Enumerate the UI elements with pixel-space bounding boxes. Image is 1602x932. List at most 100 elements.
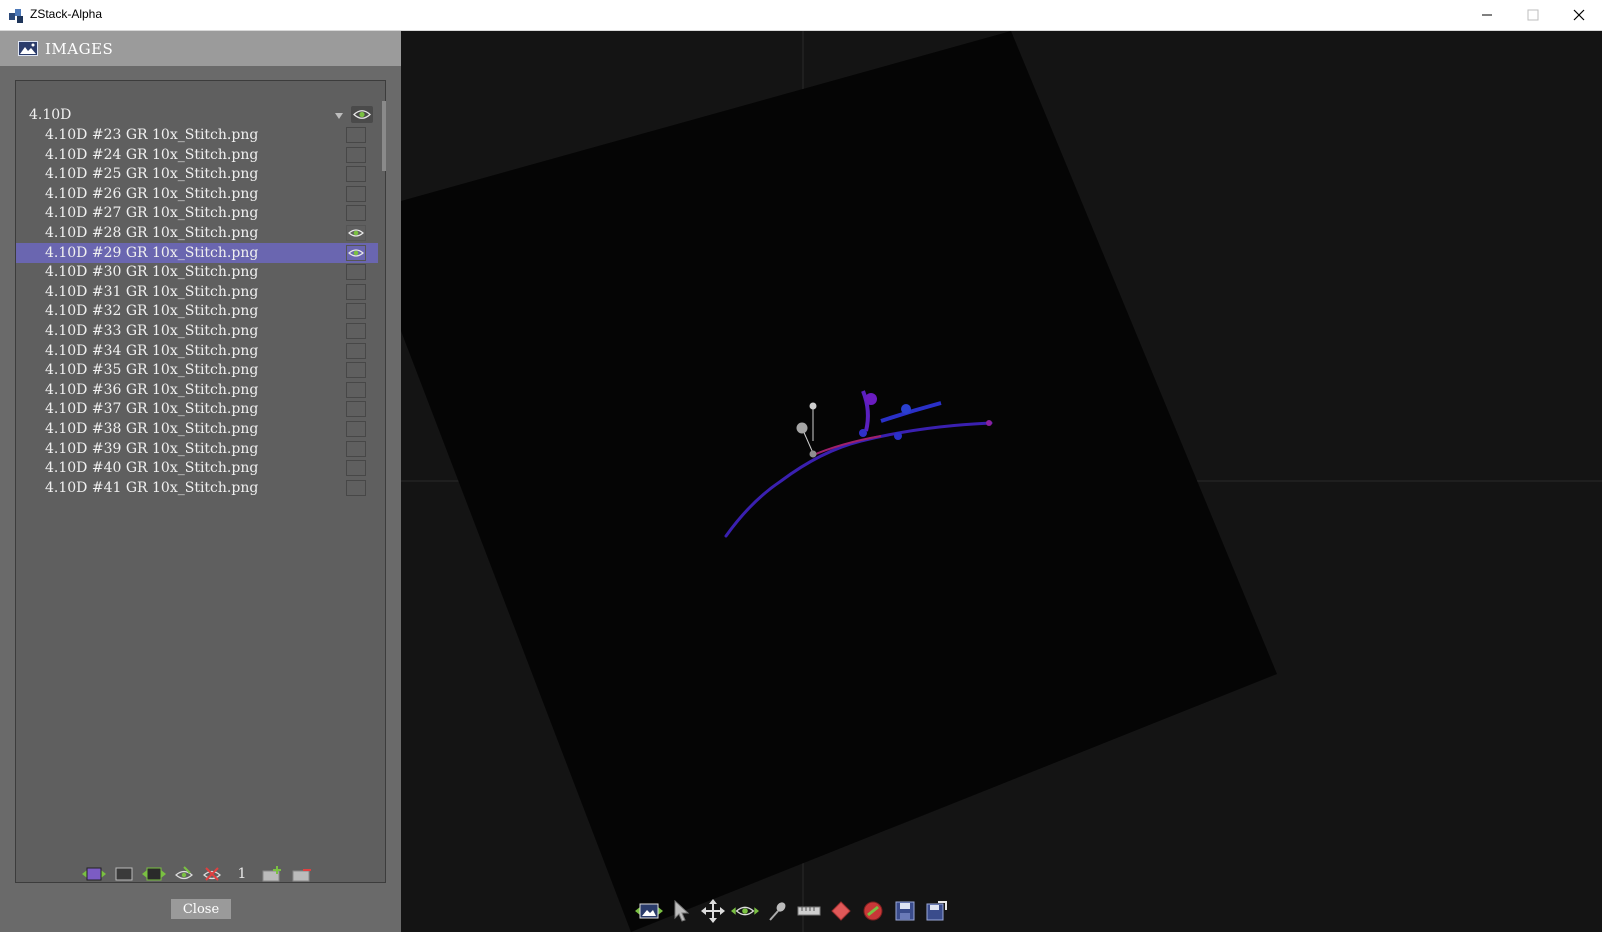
visibility-icon [731, 906, 759, 916]
close-icon [1573, 9, 1585, 21]
images-tool-button[interactable] [635, 897, 663, 925]
visibility-checkbox[interactable] [346, 323, 366, 339]
remove-folder-button[interactable] [290, 863, 314, 885]
visibility-checkbox[interactable] [346, 421, 366, 437]
pointer-tool-button[interactable] [667, 897, 695, 925]
show-frame-icon [142, 867, 166, 881]
image-icon [18, 41, 38, 56]
list-item[interactable]: 4.10D #39 GR 10x_Stitch.png [16, 439, 378, 459]
pointer-icon [674, 900, 690, 922]
app-icon [9, 9, 23, 23]
visibility-checkbox[interactable] [346, 146, 366, 163]
hide-all-button[interactable] [200, 863, 224, 885]
minimize-button[interactable] [1464, 0, 1510, 30]
list-item-label: 4.10D #32 GR 10x_Stitch.png [45, 303, 259, 320]
ruler-icon [797, 906, 821, 916]
visibility-checkbox[interactable] [346, 381, 366, 398]
maximize-icon [1527, 9, 1539, 21]
visibility-checkbox[interactable] [346, 342, 366, 359]
panel-toolbar: 1 [0, 863, 401, 887]
visibility-checkbox[interactable] [346, 401, 366, 418]
list-item-label: 4.10D #29 GR 10x_Stitch.png [45, 244, 259, 261]
list-item[interactable]: 4.10D #38 GR 10x_Stitch.png [16, 419, 378, 439]
list-item[interactable]: 4.10D #33 GR 10x_Stitch.png [16, 321, 378, 341]
show-frame-button[interactable] [142, 863, 166, 885]
visibility-checkbox[interactable] [346, 185, 366, 202]
list-item[interactable]: 4.10D #35 GR 10x_Stitch.png [16, 360, 378, 380]
group-visibility-toggle[interactable] [351, 106, 373, 123]
list-item[interactable]: 4.10D #26 GR 10x_Stitch.png [16, 184, 378, 204]
list-item[interactable]: 4.10D #23 GR 10x_Stitch.png [16, 125, 378, 145]
visibility-checkbox[interactable] [346, 264, 366, 281]
list-item[interactable]: 4.10D #37 GR 10x_Stitch.png [16, 399, 378, 419]
visibility-checkbox[interactable] [346, 303, 366, 320]
save-icon [895, 901, 915, 921]
list-item[interactable]: 4.10D #27 GR 10x_Stitch.png [16, 203, 378, 223]
list-item[interactable]: 4.10D #25 GR 10x_Stitch.png [16, 164, 378, 184]
list-item-label: 4.10D #25 GR 10x_Stitch.png [45, 166, 259, 183]
hide-frame-icon [115, 867, 133, 881]
diamond-marker-button[interactable] [827, 897, 855, 925]
list-item[interactable]: 4.10D #40 GR 10x_Stitch.png [16, 458, 378, 478]
list-item-label: 4.10D #30 GR 10x_Stitch.png [45, 264, 259, 281]
image-viewer[interactable] [401, 31, 1602, 932]
visibility-checkbox[interactable] [346, 283, 366, 300]
list-item-label: 4.10D #23 GR 10x_Stitch.png [45, 127, 259, 143]
list-item[interactable]: 4.10D #28 GR 10x_Stitch.png [16, 223, 378, 243]
visibility-checkbox[interactable] [346, 127, 366, 143]
visibility-checkbox[interactable] [346, 205, 366, 222]
ruler-tool-button[interactable] [795, 897, 823, 925]
list-item-label: 4.10D #34 GR 10x_Stitch.png [45, 342, 259, 359]
visibility-tool-button[interactable] [731, 897, 759, 925]
eye-edit-button[interactable] [172, 863, 196, 885]
viewer-canvas[interactable] [401, 31, 1602, 932]
caret-down-icon[interactable] [334, 112, 344, 120]
list-item[interactable]: 4.10D #31 GR 10x_Stitch.png [16, 282, 378, 302]
hide-all-icon [203, 867, 221, 881]
group-row[interactable]: 4.10D [16, 105, 373, 125]
pin-tool-button[interactable] [763, 897, 791, 925]
list-item[interactable]: 4.10D #34 GR 10x_Stitch.png [16, 341, 378, 361]
list-item[interactable]: 4.10D #36 GR 10x_Stitch.png [16, 380, 378, 400]
export-button[interactable] [923, 897, 951, 925]
list-item[interactable]: 4.10D #29 GR 10x_Stitch.png [16, 242, 378, 263]
move-icon [701, 899, 725, 923]
eye-icon [353, 110, 371, 119]
close-button[interactable]: Close [171, 899, 231, 919]
visibility-checkbox[interactable] [346, 225, 366, 241]
eye-icon [348, 248, 364, 257]
list-item[interactable]: 4.10D #24 GR 10x_Stitch.png [16, 145, 378, 165]
group-label: 4.10D [29, 107, 72, 123]
list-item-label: 4.10D #39 GR 10x_Stitch.png [45, 440, 259, 457]
visibility-checkbox[interactable] [346, 460, 366, 477]
visibility-checkbox[interactable] [346, 362, 366, 379]
visibility-checkbox[interactable] [346, 244, 366, 261]
no-entry-button[interactable] [859, 897, 887, 925]
image-list[interactable]: 4.10D 4.10D #23 GR 10x_Stitch.png 4.10D #… [15, 80, 386, 883]
eye-edit-icon [175, 866, 193, 880]
visibility-checkbox[interactable] [346, 479, 366, 496]
move-tool-button[interactable] [699, 897, 727, 925]
visibility-checkbox[interactable] [346, 166, 366, 183]
list-item[interactable]: 4.10D #41 GR 10x_Stitch.png [16, 478, 378, 498]
visibility-checkbox[interactable] [346, 440, 366, 457]
list-item-label: 4.10D #33 GR 10x_Stitch.png [45, 323, 259, 339]
viewer-toolbar [635, 897, 965, 925]
add-folder-button[interactable] [260, 863, 284, 885]
list-item-label: 4.10D #31 GR 10x_Stitch.png [45, 283, 259, 300]
maximize-button[interactable] [1510, 0, 1556, 30]
export-icon [926, 901, 947, 921]
no-entry-icon [863, 901, 883, 921]
show-all-button[interactable] [82, 863, 106, 885]
close-window-button[interactable] [1556, 0, 1602, 30]
save-button[interactable] [891, 897, 919, 925]
list-item-label: 4.10D #26 GR 10x_Stitch.png [45, 185, 259, 202]
pin-icon [769, 902, 786, 921]
scrollbar-thumb[interactable] [382, 101, 386, 171]
list-item[interactable]: 4.10D #30 GR 10x_Stitch.png [16, 262, 378, 282]
number-button[interactable]: 1 [230, 863, 254, 885]
hide-frame-button[interactable] [112, 863, 136, 885]
list-item-label: 4.10D #37 GR 10x_Stitch.png [45, 401, 259, 418]
minimize-icon [1482, 14, 1492, 16]
list-item[interactable]: 4.10D #32 GR 10x_Stitch.png [16, 301, 378, 321]
